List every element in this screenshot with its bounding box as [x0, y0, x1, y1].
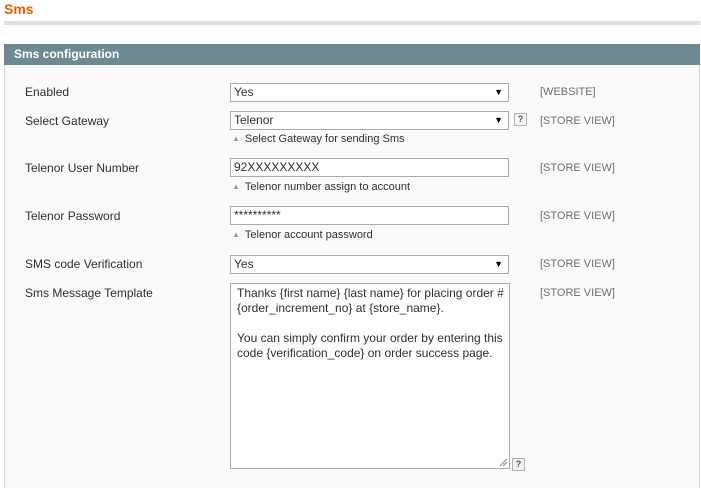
hint-arrow-icon: ▲: [232, 230, 240, 239]
verification-select-value: Yes: [234, 257, 254, 271]
gateway-label: Select Gateway: [25, 114, 110, 128]
gateway-select[interactable]: Telenor ▼: [230, 111, 509, 130]
password-hint: ▲ Telenor account password: [232, 228, 373, 243]
chevron-down-icon: ▼: [494, 87, 503, 97]
verification-select[interactable]: Yes ▼: [230, 255, 509, 274]
password-hint-text: Telenor account password: [244, 229, 373, 241]
gateway-hint: ▲ Select Gateway for sending Sms: [232, 132, 405, 147]
user-number-hint: ▲ Telenor number assign to account: [232, 180, 410, 195]
verification-label: SMS code Verification: [25, 257, 143, 271]
gateway-scope: [STORE VIEW]: [540, 115, 615, 127]
template-scope: [STORE VIEW]: [540, 287, 615, 299]
chevron-down-icon: ▼: [494, 115, 503, 125]
template-textarea[interactable]: Thanks {first name} {last name} for plac…: [230, 283, 510, 469]
page-title: Sms: [4, 1, 34, 17]
gateway-hint-text: Select Gateway for sending Sms: [244, 133, 405, 145]
section-header[interactable]: Sms configuration: [4, 44, 700, 65]
enabled-select[interactable]: Yes ▼: [230, 83, 509, 102]
chevron-down-icon: ▼: [494, 259, 503, 269]
user-number-label: Telenor User Number: [25, 161, 140, 175]
password-label: Telenor Password: [25, 209, 121, 223]
resize-grip-icon[interactable]: [499, 458, 508, 467]
hint-arrow-icon: ▲: [232, 134, 240, 143]
enabled-scope: [WEBSITE]: [540, 86, 596, 98]
enabled-label: Enabled: [25, 85, 70, 99]
user-number-hint-text: Telenor number assign to account: [244, 181, 411, 193]
gateway-select-value: Telenor: [234, 113, 274, 127]
verification-scope: [STORE VIEW]: [540, 258, 615, 270]
help-icon[interactable]: ?: [514, 113, 527, 126]
title-divider: [4, 21, 700, 25]
user-number-scope: [STORE VIEW]: [540, 162, 615, 174]
hint-arrow-icon: ▲: [232, 182, 240, 191]
password-input[interactable]: **********: [230, 206, 509, 225]
password-scope: [STORE VIEW]: [540, 210, 615, 222]
user-number-input[interactable]: 92XXXXXXXXX: [230, 158, 509, 177]
help-icon[interactable]: ?: [512, 458, 525, 471]
enabled-select-value: Yes: [234, 85, 254, 99]
template-label: Sms Message Template: [25, 286, 153, 300]
